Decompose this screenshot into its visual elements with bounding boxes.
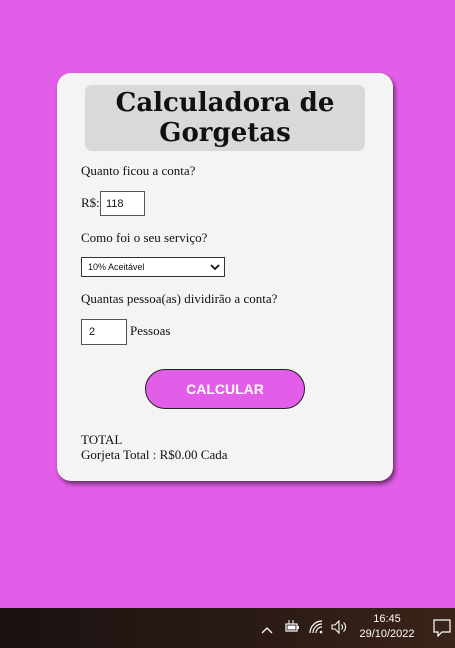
currency-label: R$: — [81, 195, 100, 210]
people-question-label: Quantas pessoa(as) dividirão a conta? — [81, 291, 278, 306]
calculate-button[interactable]: CALCULAR — [145, 369, 305, 409]
title-banner: Calculadora de Gorgetas — [85, 85, 365, 151]
people-count-input[interactable] — [81, 319, 127, 345]
service-question-label: Como foi o seu serviço? — [81, 230, 208, 245]
system-clock[interactable]: 16:45 29/10/2022 — [352, 612, 422, 642]
chevron-down-icon — [210, 262, 220, 274]
calculator-card: Calculadora de Gorgetas Quanto ficou a c… — [57, 73, 393, 481]
notification-icon[interactable] — [433, 619, 451, 642]
total-label: TOTAL — [81, 432, 123, 447]
bill-amount-input[interactable] — [100, 191, 145, 216]
chevron-up-icon[interactable] — [261, 622, 273, 640]
tip-result-text: Gorjeta Total : R$0.00 Cada — [81, 447, 228, 462]
people-unit-label: Pessoas — [130, 323, 171, 338]
clock-date: 29/10/2022 — [359, 628, 415, 640]
bill-question-label: Quanto ficou a conta? — [81, 163, 196, 178]
clock-time: 16:45 — [373, 613, 401, 625]
page-title: Calculadora de Gorgetas — [115, 88, 335, 148]
service-select[interactable]: 10% Aceitável — [81, 257, 225, 277]
windows-taskbar: 16:45 29/10/2022 — [0, 608, 455, 648]
service-select-value: 10% Aceitável — [88, 262, 145, 272]
volume-icon[interactable] — [331, 619, 349, 639]
battery-icon[interactable] — [284, 620, 300, 639]
wifi-icon[interactable] — [309, 620, 325, 639]
